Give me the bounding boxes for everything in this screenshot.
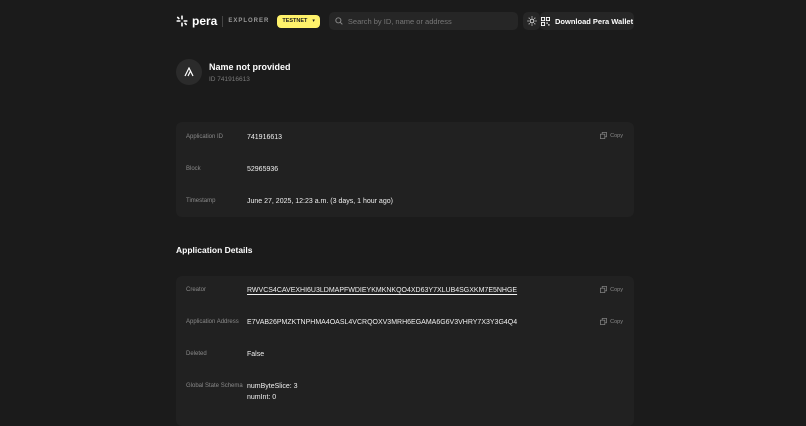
application-icon: [184, 67, 194, 77]
pera-logo-icon: [176, 15, 188, 27]
copy-icon: [600, 286, 608, 293]
row-block: Block 52965936: [186, 165, 624, 175]
row-value: False: [247, 351, 265, 358]
details-card: Creator RWVCS4CAVEXHI6U3LDMAPFWDIEYKMKNK…: [176, 276, 634, 426]
copy-label: Copy: [610, 286, 623, 293]
summary-card: Application ID 741916613 Copy Block 5296…: [176, 122, 634, 217]
row-global-state-schema: Global State Schema numByteSlice: 3 numI…: [186, 382, 624, 403]
row-value[interactable]: E7VAB26PMZKTNPHMA4OASL4VCRQOXV3MRH6EGAMA…: [247, 318, 517, 328]
search-icon: [335, 17, 343, 25]
page-title: Name not provided: [209, 61, 291, 72]
network-label: TESTNET: [282, 18, 308, 24]
row-value[interactable]: 741916613: [247, 133, 282, 143]
top-nav: pera EXPLORER TESTNET ▾ Search by ID, na…: [176, 12, 634, 30]
search-input[interactable]: [347, 16, 518, 26]
section-title: Application Details: [176, 245, 253, 255]
sun-icon: [526, 16, 537, 26]
row-label: Deleted: [186, 351, 207, 357]
row-creator: Creator RWVCS4CAVEXHI6U3LDMAPFWDIEYKMKNK…: [186, 286, 624, 296]
row-application-id: Application ID 741916613: [186, 133, 624, 143]
application-header: Name not provided ID 741916613: [176, 59, 291, 85]
copy-label: Copy: [610, 132, 623, 139]
application-id-subtitle: ID 741916613: [209, 75, 250, 83]
avatar: [176, 59, 202, 85]
row-value[interactable]: 52965936: [247, 165, 278, 175]
row-application-address: Application Address E7VAB26PMZKTNPHMA4OA…: [186, 318, 624, 328]
creator-address-link[interactable]: RWVCS4CAVEXHI6U3LDMAPFWDIEYKMKNKQO4XD63Y…: [247, 286, 517, 296]
row-value: numByteSlice: 3: [247, 383, 298, 390]
network-selector[interactable]: TESTNET ▾: [277, 14, 320, 28]
logo-divider: [222, 15, 224, 27]
theme-toggle-button[interactable]: [523, 12, 541, 30]
row-label: Timestamp: [186, 198, 216, 204]
pera-logo[interactable]: pera: [176, 14, 217, 28]
copy-button[interactable]: Copy: [600, 132, 623, 139]
copy-label: Copy: [610, 318, 623, 325]
row-label: Creator: [186, 287, 207, 293]
brand-name: pera: [192, 14, 218, 28]
row-value-secondary: numInt: 0: [247, 394, 277, 401]
row-label: Block: [186, 166, 201, 172]
row-label: Application Address: [186, 319, 239, 325]
copy-icon: [600, 132, 608, 139]
product-name: EXPLORER: [228, 18, 270, 24]
copy-button[interactable]: Copy: [600, 318, 623, 325]
copy-button[interactable]: Copy: [600, 286, 623, 293]
qr-code-icon: [541, 16, 550, 26]
row-value: June 27, 2025, 12:23 a.m. (3 days, 1 hou…: [247, 198, 393, 205]
download-label: Download Pera Wallet: [555, 16, 634, 26]
row-label: Global State Schema: [186, 383, 243, 389]
row-timestamp: Timestamp June 27, 2025, 12:23 a.m. (3 d…: [186, 197, 624, 207]
row-deleted: Deleted False: [186, 350, 624, 360]
chevron-down-icon: ▾: [312, 18, 315, 24]
search-bar[interactable]: [328, 12, 518, 30]
row-label: Application ID: [186, 134, 224, 140]
copy-icon: [600, 318, 608, 325]
download-wallet-button[interactable]: Download Pera Wallet: [540, 12, 634, 30]
